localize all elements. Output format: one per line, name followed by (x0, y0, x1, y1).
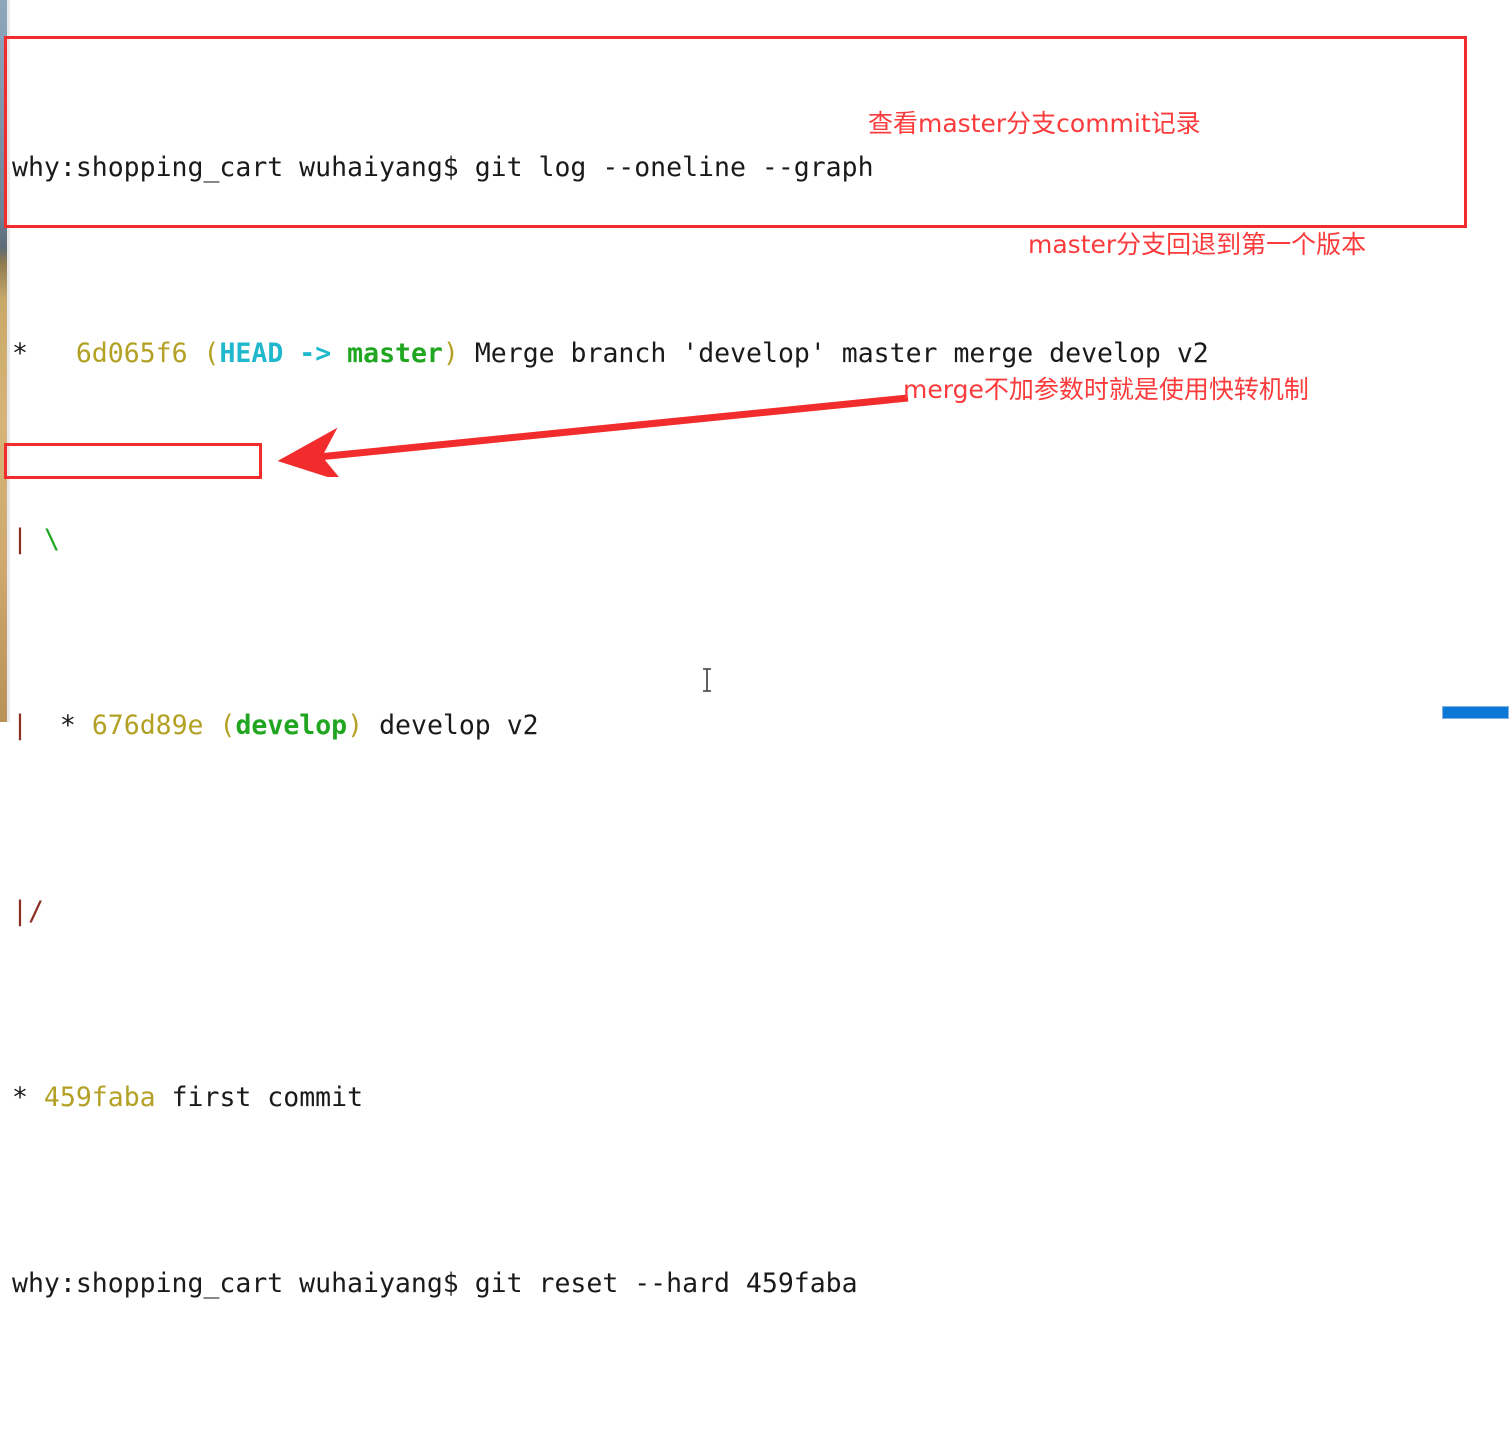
commit-hash: 676d89e (91, 709, 204, 741)
graph-marker: * (12, 337, 44, 369)
annotation-label-fast-forward-note: merge不加参数时就是使用快转机制 (903, 375, 1309, 404)
head-arrow: -> (299, 337, 332, 369)
terminal-window: why:shopping_cart wuhaiyang$ git log --o… (0, 0, 1509, 1299)
terminal-line-command: why:shopping_cart wuhaiyang$ git log --o… (10, 149, 1509, 186)
desktop-wallpaper-sliver (0, 0, 7, 722)
taskbar-blue-strip (1442, 706, 1509, 719)
commit-subject: develop v2 (379, 709, 539, 741)
terminal-line-command: why:shopping_cart wuhaiyang$ git reset -… (10, 1265, 1509, 1302)
graph-indent (44, 338, 76, 369)
command-text: git log --oneline --graph (474, 151, 874, 183)
commit-subject: first commit (171, 1081, 364, 1113)
commit-subject: Merge branch 'develop' master merge deve… (474, 337, 1209, 369)
shell-prompt: why:shopping_cart wuhaiyang$ (12, 1267, 475, 1299)
annotation-label-view-master-log: 查看master分支commit记录 (868, 109, 1201, 138)
annotation-label-reset-first-version: master分支回退到第一个版本 (1028, 230, 1367, 259)
terminal-output-area[interactable]: why:shopping_cart wuhaiyang$ git log --o… (10, 0, 1509, 1299)
graph-marker: * (12, 1081, 44, 1113)
terminal-line-graph: | \ (12, 523, 60, 555)
commit-hash: 459faba (43, 1081, 156, 1113)
branch-ref: master (347, 337, 443, 369)
terminal-line-commit: | * 676d89e (develop) develop v2 (12, 709, 539, 741)
command-text: git reset --hard 459faba (474, 1267, 858, 1299)
terminal-line-commit: * 6d065f6 (HEAD -> master) Merge branch … (10, 335, 1509, 372)
refs-open-paren: ( (203, 337, 220, 369)
branch-ref: develop (235, 709, 348, 741)
refs-close-paren: ) (442, 337, 459, 369)
commit-hash: 6d065f6 (75, 337, 188, 369)
shell-prompt: why:shopping_cart wuhaiyang$ (12, 151, 475, 183)
terminal-line-commit: * 459faba first commit (10, 1079, 1509, 1116)
terminal-line-graph: |/ (12, 895, 44, 927)
refs-close-paren: ) (347, 709, 364, 741)
head-ref: HEAD (219, 337, 284, 369)
refs-open-paren: ( (219, 709, 236, 741)
